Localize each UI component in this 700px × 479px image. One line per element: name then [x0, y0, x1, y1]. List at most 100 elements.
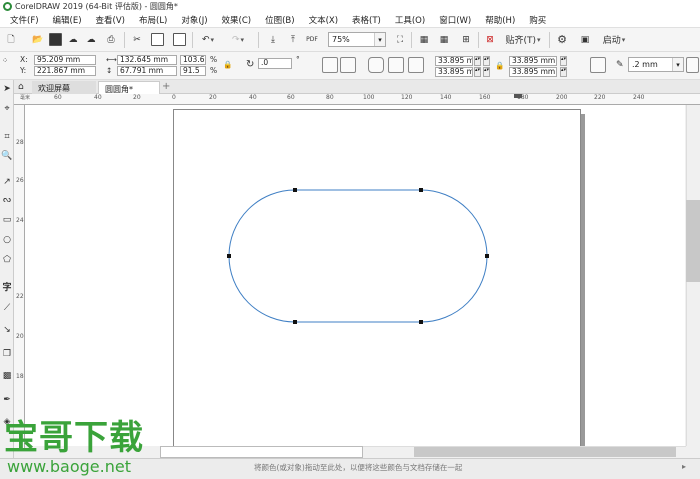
round-corner-button[interactable] — [368, 57, 384, 73]
menu-bitmaps[interactable]: 位图(B) — [265, 14, 294, 26]
menu-edit[interactable]: 编辑(E) — [53, 14, 82, 26]
mirror-horizontal-button[interactable] — [322, 57, 338, 73]
mirror-vertical-button[interactable] — [340, 57, 356, 73]
corner-radius-top-left-field[interactable]: 33.895 mm — [435, 56, 473, 66]
height-field[interactable]: 67.791 mm — [117, 66, 177, 76]
horizontal-ruler[interactable]: 毫米 60 40 20 0 20 40 60 80 100 120 140 16… — [14, 94, 700, 105]
app-launcher-icon-button[interactable]: ▣ — [578, 32, 592, 47]
cloud-upload-button[interactable]: ☁ — [66, 32, 80, 47]
new-document-button[interactable]: 🗋 — [3, 32, 19, 47]
page-navigator[interactable] — [160, 446, 363, 458]
paste-button[interactable] — [172, 32, 186, 47]
zoom-level-select[interactable]: 75% ▾ — [328, 32, 386, 47]
x-position-field[interactable]: 95.209 mm — [34, 55, 96, 65]
chamfered-corner-button[interactable] — [408, 57, 424, 73]
document-page[interactable] — [173, 109, 581, 447]
y-position-field[interactable]: 221.867 mm — [34, 66, 96, 76]
horizontal-scrollbar-thumb[interactable] — [414, 447, 676, 457]
palette-scroll-icon[interactable]: ▸ — [682, 462, 686, 471]
connector-tool-icon[interactable]: ↘ — [1, 324, 13, 336]
cloud-sync-button[interactable]: ☁ — [84, 32, 98, 47]
selection-handle[interactable] — [485, 254, 489, 258]
copy-button[interactable] — [150, 32, 164, 47]
menu-effects[interactable]: 效果(C) — [222, 14, 252, 26]
corner-radius-bottom-left-field[interactable]: 33.895 mm — [435, 67, 473, 77]
freehand-tool-icon[interactable]: ↗ — [1, 176, 13, 188]
import-button[interactable]: ⤓ — [266, 32, 280, 47]
to-curves-button[interactable] — [686, 57, 699, 73]
shape-tool-icon[interactable]: ⌖ — [1, 103, 13, 115]
corner-tl-spinner[interactable]: ▴▾ — [474, 56, 481, 66]
launch-dropdown[interactable]: 启动 ▾ — [596, 32, 632, 47]
polygon-tool-icon[interactable]: ⬠ — [1, 254, 13, 266]
lock-ratio-icon[interactable]: 🔒 — [223, 60, 232, 69]
vertical-scrollbar-thumb[interactable] — [686, 200, 700, 282]
full-screen-button[interactable]: ⛶ — [393, 32, 407, 47]
selection-handle[interactable] — [293, 188, 297, 192]
selection-handle[interactable] — [419, 188, 423, 192]
menu-table[interactable]: 表格(T) — [352, 14, 381, 26]
crop-tool-icon[interactable]: ⌗ — [1, 131, 13, 143]
menu-window[interactable]: 窗口(W) — [439, 14, 471, 26]
show-grid-button[interactable]: ▦ — [436, 32, 452, 47]
rotation-angle-field[interactable]: .0 — [258, 58, 292, 69]
export-button[interactable]: ⤒ — [286, 32, 300, 47]
cut-button[interactable]: ✂ — [130, 32, 144, 47]
menu-text[interactable]: 文本(X) — [309, 14, 338, 26]
options-button[interactable]: ⚙ — [555, 32, 569, 47]
ellipse-tool-icon[interactable]: ○ — [1, 234, 13, 246]
menu-file[interactable]: 文件(F) — [10, 14, 39, 26]
menu-buy[interactable]: 购买 — [529, 14, 546, 26]
selection-handle[interactable] — [227, 254, 231, 258]
corner-tl-spinner-2[interactable]: ▴▾ — [483, 56, 490, 66]
scalloped-corner-button[interactable] — [388, 57, 404, 73]
outline-width-select[interactable]: .2 mm ▾ — [628, 57, 684, 72]
corner-br-spinner[interactable]: ▴▾ — [560, 67, 567, 77]
corner-bl-spinner-2[interactable]: ▴▾ — [483, 67, 490, 77]
corner-bl-spinner[interactable]: ▴▾ — [474, 67, 481, 77]
text-tool-icon[interactable]: 字 — [1, 280, 13, 293]
menu-layout[interactable]: 布局(L) — [139, 14, 167, 26]
show-rulers-button[interactable]: ▦ — [416, 32, 432, 47]
tab-welcome-screen[interactable]: 欢迎屏幕 — [32, 81, 96, 94]
selection-handle[interactable] — [419, 320, 423, 324]
scale-x-field[interactable]: 103.6 — [180, 55, 206, 65]
width-field[interactable]: 132.645 mm — [117, 55, 177, 65]
drop-shadow-tool-icon[interactable]: ❐ — [1, 348, 13, 360]
add-tab-icon[interactable]: + — [162, 81, 170, 92]
rounded-rectangle-shape[interactable] — [228, 189, 488, 323]
pick-tool-icon[interactable]: ➤ — [1, 83, 13, 95]
cloud-sync-icon: ☁ — [86, 34, 96, 45]
corner-radius-top-right-field[interactable]: 33.895 mm — [509, 56, 557, 66]
save-button[interactable] — [48, 32, 62, 47]
transparency-tool-icon[interactable]: ▩ — [1, 370, 13, 382]
open-button[interactable]: 📂 — [30, 32, 46, 47]
rectangle-tool-icon[interactable]: ▭ — [1, 214, 13, 226]
scale-y-field[interactable]: 91.5 — [180, 66, 206, 76]
menu-tools[interactable]: 工具(O) — [395, 14, 425, 26]
corner-lock-icon[interactable]: 🔒 — [495, 61, 504, 70]
snap-off-button[interactable]: ⊠ — [483, 32, 497, 47]
artistic-media-tool-icon[interactable]: ᔓ — [1, 194, 13, 206]
show-guidelines-button[interactable]: ⊞ — [458, 32, 474, 47]
print-button[interactable]: ⎙ — [104, 32, 118, 47]
menu-object[interactable]: 对象(J) — [181, 14, 207, 26]
menu-help[interactable]: 帮助(H) — [485, 14, 515, 26]
publish-pdf-button[interactable]: PDF — [304, 32, 320, 47]
copy-icon — [150, 33, 164, 46]
corner-radius-bottom-right-field[interactable]: 33.895 mm — [509, 67, 557, 77]
parallel-dimension-tool-icon[interactable]: ⟋ — [1, 302, 13, 314]
snap-to-dropdown[interactable]: 贴齐(T) ▾ — [502, 32, 544, 47]
corner-tr-spinner[interactable]: ▴▾ — [560, 56, 567, 66]
undo-button[interactable]: ↶ ▾ — [198, 32, 218, 47]
redo-button[interactable]: ↷ ▾ — [228, 32, 248, 47]
zoom-tool-icon[interactable]: 🔍 — [1, 150, 13, 162]
object-origin-icon[interactable]: ⁘ — [2, 56, 8, 65]
relative-corner-scaling-button[interactable] — [590, 57, 606, 73]
color-eyedropper-tool-icon[interactable]: ✒ — [1, 394, 13, 406]
vertical-ruler[interactable]: 280 260 240 220 200 180 — [14, 105, 25, 449]
menu-view[interactable]: 查看(V) — [96, 14, 125, 26]
home-icon[interactable]: ⌂ — [18, 82, 24, 92]
selection-handle[interactable] — [293, 320, 297, 324]
tab-document[interactable]: 圆圆角* — [98, 81, 160, 94]
